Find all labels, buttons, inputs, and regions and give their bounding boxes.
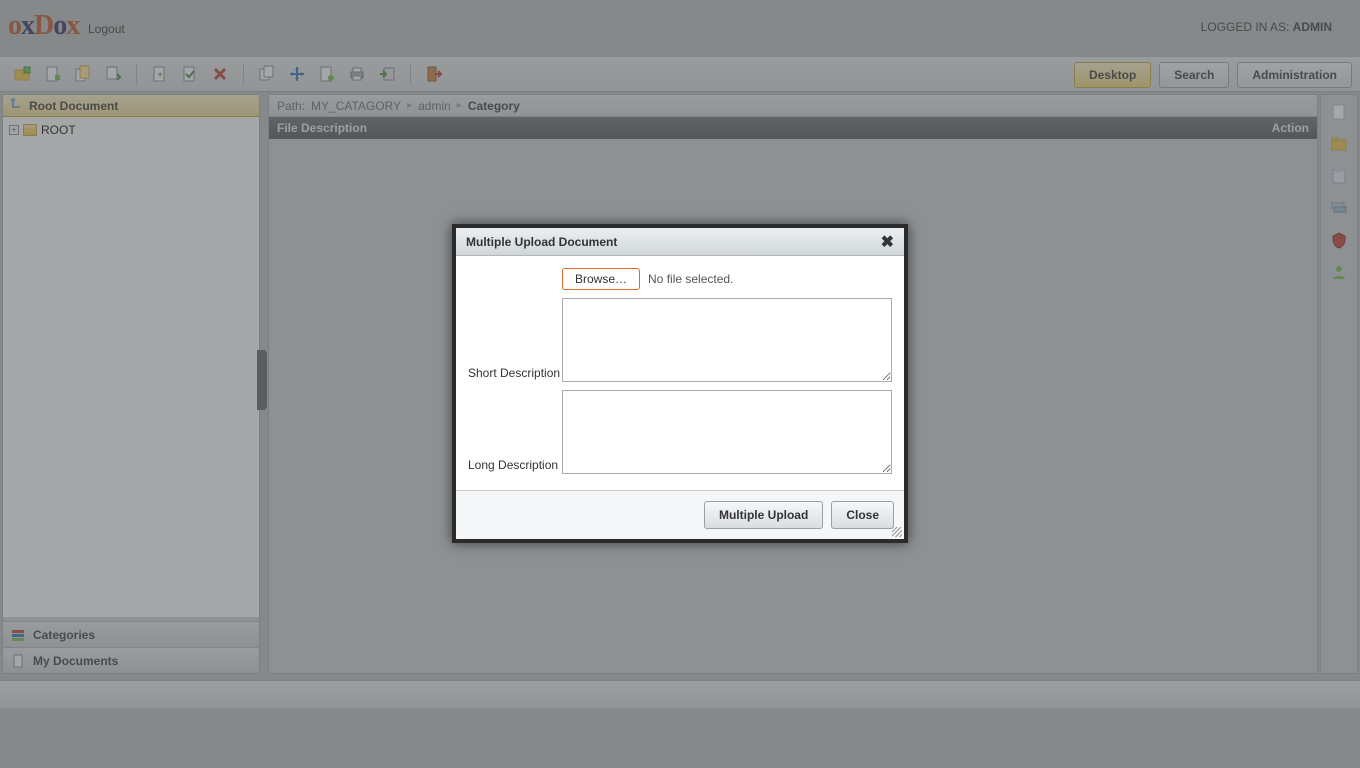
close-icon[interactable]: ✖ [881, 232, 894, 252]
multiple-upload-button[interactable]: Multiple Upload [704, 501, 823, 529]
dialog-titlebar[interactable]: Multiple Upload Document ✖ [456, 228, 904, 256]
short-desc-label: Short Description [468, 366, 562, 382]
multiple-upload-dialog: Multiple Upload Document ✖ Browse… No fi… [452, 224, 908, 543]
short-description-input[interactable] [562, 298, 892, 382]
short-desc-row: Short Description [468, 298, 892, 382]
dialog-body: Browse… No file selected. Short Descript… [456, 256, 904, 490]
long-desc-row: Long Description [468, 390, 892, 474]
long-description-input[interactable] [562, 390, 892, 474]
no-file-label: No file selected. [648, 272, 733, 286]
browse-button[interactable]: Browse… [562, 268, 640, 290]
file-label [468, 288, 562, 290]
long-desc-label: Long Description [468, 458, 562, 474]
close-button[interactable]: Close [831, 501, 894, 529]
dialog-footer: Multiple Upload Close [456, 490, 904, 539]
file-row: Browse… No file selected. [468, 268, 892, 290]
dialog-title: Multiple Upload Document [466, 235, 617, 249]
